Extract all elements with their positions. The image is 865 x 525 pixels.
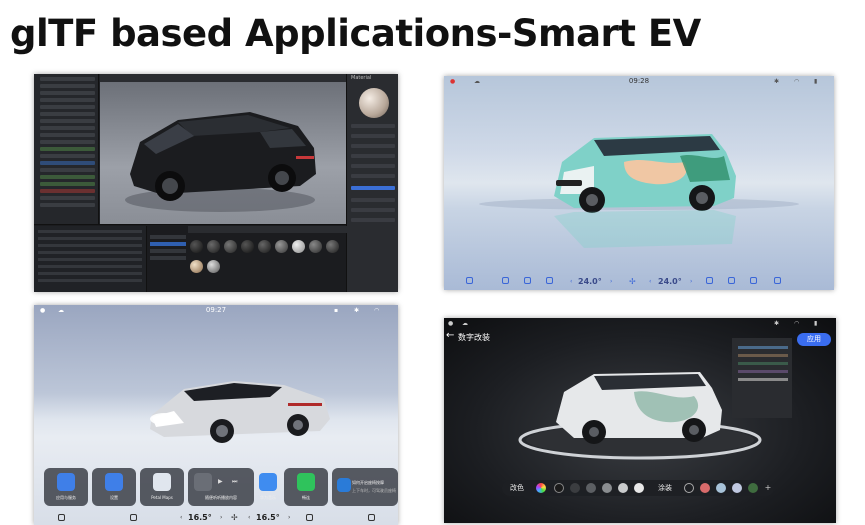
wrap-swatch[interactable] bbox=[748, 483, 758, 493]
paint-swatch[interactable] bbox=[602, 483, 612, 493]
properties-panel[interactable]: Material bbox=[346, 74, 398, 292]
temp-left[interactable]: 16.5° bbox=[188, 513, 212, 522]
ev-screen-saltflat-scene: ● ☁ 09:27 ▪ ✱ ◠ 应用与服务 设置 Petal Maps ▶ ⏭ … bbox=[34, 305, 398, 525]
app-label: 畅连 bbox=[302, 495, 310, 500]
app-label: Petal Maps bbox=[151, 495, 173, 500]
bottom-dock: ‹ 16.5° › ✢ ‹ 16.5° › bbox=[34, 511, 398, 525]
add-icon[interactable]: + bbox=[764, 484, 772, 492]
app-tile-settings[interactable]: 设置 bbox=[92, 468, 136, 506]
tip-subtitle: 上下车时，可驾驶员座椅 bbox=[352, 488, 396, 493]
3d-viewport[interactable] bbox=[100, 82, 346, 224]
wrap-label: 涂装 bbox=[658, 484, 672, 492]
ev-screen-water-scene: ● ☁ 09:28 ✱ ◠ ▮ ‹ 24.0° › ✢ ‹ 24.0° › bbox=[444, 76, 834, 290]
apps-icon[interactable] bbox=[774, 277, 781, 284]
paint-swatch[interactable] bbox=[634, 483, 644, 493]
fan-icon[interactable]: ✢ bbox=[629, 277, 636, 286]
snowflake-icon[interactable] bbox=[750, 277, 757, 284]
chevron-right-icon[interactable]: › bbox=[610, 278, 612, 285]
scene-tree[interactable] bbox=[34, 74, 99, 224]
temp-right[interactable]: 16.5° bbox=[256, 513, 280, 522]
seat-icon[interactable] bbox=[306, 514, 313, 521]
app-label: 随便听听播放内容 bbox=[205, 495, 237, 500]
material-preview-sphere bbox=[359, 88, 389, 118]
tip-card[interactable]: 如何开启座椅按摩 上下车时，可驾驶员座椅 bbox=[332, 468, 398, 506]
huawei-music-icon bbox=[259, 473, 277, 491]
slider[interactable] bbox=[351, 186, 395, 190]
color-wheel-icon[interactable] bbox=[536, 483, 546, 493]
chevron-left-icon[interactable]: ‹ bbox=[649, 278, 651, 285]
music-icon bbox=[194, 473, 212, 491]
paint-swatch[interactable] bbox=[586, 483, 596, 493]
no-wrap-icon[interactable] bbox=[684, 483, 694, 493]
app-label: 应用与服务 bbox=[56, 495, 76, 500]
temp-right[interactable]: 24.0° bbox=[658, 277, 682, 286]
paint-label: 改色 bbox=[510, 484, 524, 492]
chevron-right-icon[interactable]: › bbox=[690, 278, 692, 285]
tips-icon bbox=[337, 478, 351, 492]
home-icon[interactable] bbox=[466, 277, 473, 284]
seat-heat-icon[interactable] bbox=[706, 277, 713, 284]
painted-suv-render bbox=[479, 134, 799, 248]
next-icon[interactable]: ⏭ bbox=[232, 478, 237, 486]
seat-heat-icon[interactable] bbox=[546, 277, 553, 284]
customization-palette: 改色 涂装 + bbox=[502, 480, 774, 496]
app-tile-services[interactable]: 应用与服务 bbox=[44, 468, 88, 506]
paint-swatch[interactable] bbox=[618, 483, 628, 493]
ev-screen-digital-mod: ● ☁ ✱ ◠ ▮ ← 数字改装 应用 改色 涂装 + bbox=[444, 318, 836, 523]
chevron-left-icon[interactable]: ‹ bbox=[570, 278, 572, 285]
app-tile-petal-maps[interactable]: Petal Maps bbox=[140, 468, 184, 506]
properties-title: Material bbox=[351, 75, 372, 81]
slide-title: glTF based Applications-Smart EV bbox=[10, 12, 701, 55]
chat-icon bbox=[297, 473, 315, 491]
map-icon bbox=[153, 473, 171, 491]
wrap-swatch[interactable] bbox=[700, 483, 710, 493]
chevron-left-icon[interactable]: ‹ bbox=[180, 514, 182, 521]
temp-left[interactable]: 24.0° bbox=[578, 277, 602, 286]
viewport-toolbar[interactable] bbox=[100, 74, 346, 82]
defrost-icon[interactable] bbox=[130, 514, 137, 521]
play-icon[interactable]: ▶ bbox=[218, 478, 223, 485]
chevron-right-icon[interactable]: › bbox=[288, 514, 290, 521]
wrap-swatch[interactable] bbox=[716, 483, 726, 493]
asset-tree[interactable] bbox=[34, 226, 147, 292]
gltf-editor-screenshot: Material bbox=[34, 74, 398, 292]
black-suv-model bbox=[125, 112, 316, 212]
paint-swatch[interactable] bbox=[554, 483, 564, 493]
bottom-dock: ‹ 24.0° › ✢ ‹ 24.0° › bbox=[444, 274, 834, 290]
apps-icon[interactable] bbox=[368, 514, 375, 521]
fan-icon[interactable]: ✢ bbox=[231, 513, 238, 522]
tip-title: 如何开启座椅按摩 bbox=[352, 480, 384, 485]
apps-icon bbox=[57, 473, 75, 491]
material-list[interactable] bbox=[148, 232, 188, 292]
wrap-swatch[interactable] bbox=[732, 483, 742, 493]
home-icon[interactable] bbox=[58, 514, 65, 521]
defrost-rear-icon[interactable] bbox=[502, 277, 509, 284]
app-tile-music-player[interactable]: ▶ ⏭ 随便听听播放内容 bbox=[188, 468, 254, 506]
app-tile-meetime[interactable]: 畅连 bbox=[284, 468, 328, 506]
climate-icon[interactable] bbox=[728, 277, 735, 284]
paint-swatch[interactable] bbox=[570, 483, 580, 493]
chevron-left-icon[interactable]: ‹ bbox=[248, 514, 250, 521]
app-label: 设置 bbox=[110, 495, 118, 500]
chevron-right-icon[interactable]: › bbox=[220, 514, 222, 521]
defrost-front-icon[interactable] bbox=[524, 277, 531, 284]
material-toolbar[interactable] bbox=[188, 226, 348, 233]
settings-icon bbox=[105, 473, 123, 491]
